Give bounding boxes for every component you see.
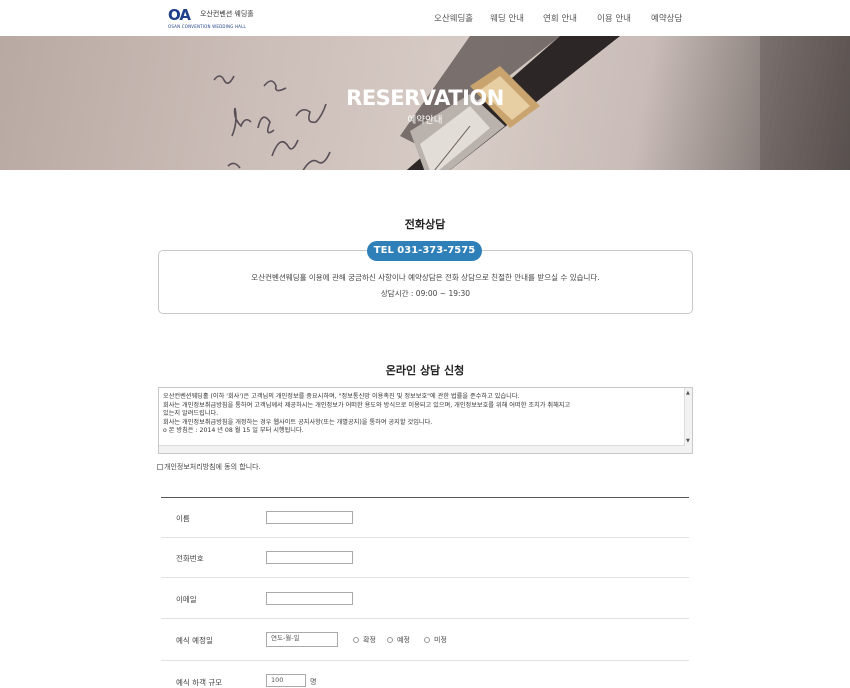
date-status-undecided[interactable]: 미정 — [424, 635, 447, 645]
radio-dot[interactable] — [424, 637, 430, 643]
policy-line: 있는지 알려드립니다. — [163, 410, 219, 418]
form-top-border — [161, 497, 689, 498]
privacy-agree[interactable]: 개인정보처리방침에 동의 합니다. — [157, 462, 261, 472]
hero-subtitle: 예약안내 — [407, 115, 443, 126]
email-label: 이메일 — [176, 595, 197, 604]
policy-line: 오산컨벤션웨딩홀 (이하 '회사')은 고객님의 개인정보를 중요시하며, "정… — [163, 393, 520, 400]
radio-label: 미정 — [434, 636, 447, 644]
name-label: 이름 — [176, 514, 190, 523]
phone-consult-title: 전화상담 — [404, 218, 446, 231]
nav-item-osan-wedding-hall[interactable]: 오산웨딩홀 — [434, 12, 473, 24]
agree-label: 개인정보처리방침에 동의 합니다. — [164, 463, 261, 471]
site-header: OA 오산컨벤션 웨딩홀 OSAN CONVENTION WEDDING HAL… — [0, 0, 850, 36]
hero-banner: RESERVATION 예약안내 — [0, 36, 850, 170]
agree-checkbox[interactable] — [157, 464, 163, 470]
guest-count-unit: 명 — [310, 678, 317, 686]
nav-item-reservation[interactable]: 예약상담 — [651, 12, 682, 24]
wedding-date-label: 예식 예정일 — [176, 636, 213, 645]
nav-item-usage-info[interactable]: 이용 안내 — [597, 12, 631, 24]
row-divider — [161, 577, 689, 578]
row-divider — [161, 618, 689, 619]
guest-count-label: 예식 하객 규모 — [176, 678, 223, 687]
online-consult-title: 온라인 상담 신청 — [385, 364, 465, 377]
radio-dot[interactable] — [353, 637, 359, 643]
nav-item-wedding-info[interactable]: 웨딩 안내 — [490, 12, 524, 24]
date-status-planned[interactable]: 예정 — [387, 635, 410, 645]
date-status-confirmed[interactable]: 확정 — [353, 635, 376, 645]
phone-consult-description: 오산컨벤션웨딩홀 이용에 관해 궁금하신 사항이나 예약상담은 전화 상담으로 … — [251, 273, 600, 282]
privacy-policy-text: 오산컨벤션웨딩홀 (이하 '회사')은 고객님의 개인정보를 중요시하며, "정… — [163, 393, 683, 436]
wedding-date-input[interactable]: 연도-월-일 — [266, 632, 338, 647]
tel-number-badge[interactable]: TEL 031-373-7575 — [367, 241, 482, 261]
email-input[interactable] — [266, 592, 353, 605]
consult-hours: 상담시간 : 09:00 ~ 19:30 — [380, 289, 471, 298]
radio-dot[interactable] — [387, 637, 393, 643]
phone-input[interactable] — [266, 551, 353, 564]
policy-vertical-scrollbar[interactable]: ▲ ▼ — [684, 388, 692, 453]
hero-title: RESERVATION — [346, 86, 504, 110]
scroll-up-arrow-icon[interactable]: ▲ — [686, 390, 690, 396]
privacy-policy-textbox[interactable]: 오산컨벤션웨딩홀 (이하 '회사')은 고객님의 개인정보를 중요시하며, "정… — [158, 387, 693, 454]
name-input[interactable] — [266, 511, 353, 524]
radio-label: 예정 — [397, 636, 410, 644]
row-divider — [161, 537, 689, 538]
radio-label: 확정 — [363, 636, 376, 644]
policy-horizontal-scrollbar[interactable] — [159, 445, 685, 453]
policy-line: 회사는 개인정보취급방침을 통하여 고객님께서 제공하시는 개인정보가 어떠한 … — [163, 401, 571, 409]
row-divider — [161, 660, 689, 661]
guest-count-input[interactable]: 100 — [266, 674, 306, 687]
policy-line: o 본 방침은 : 2014 년 08 월 15 일 부터 시행됩니다. — [163, 427, 304, 435]
scroll-down-arrow-icon[interactable]: ▼ — [686, 438, 690, 444]
main-nav: 오산웨딩홀 웨딩 안내 연회 안내 이용 안내 예약상담 — [0, 12, 850, 26]
nav-item-banquet-info[interactable]: 연회 안내 — [543, 12, 577, 24]
phone-label: 전화번호 — [176, 554, 204, 563]
